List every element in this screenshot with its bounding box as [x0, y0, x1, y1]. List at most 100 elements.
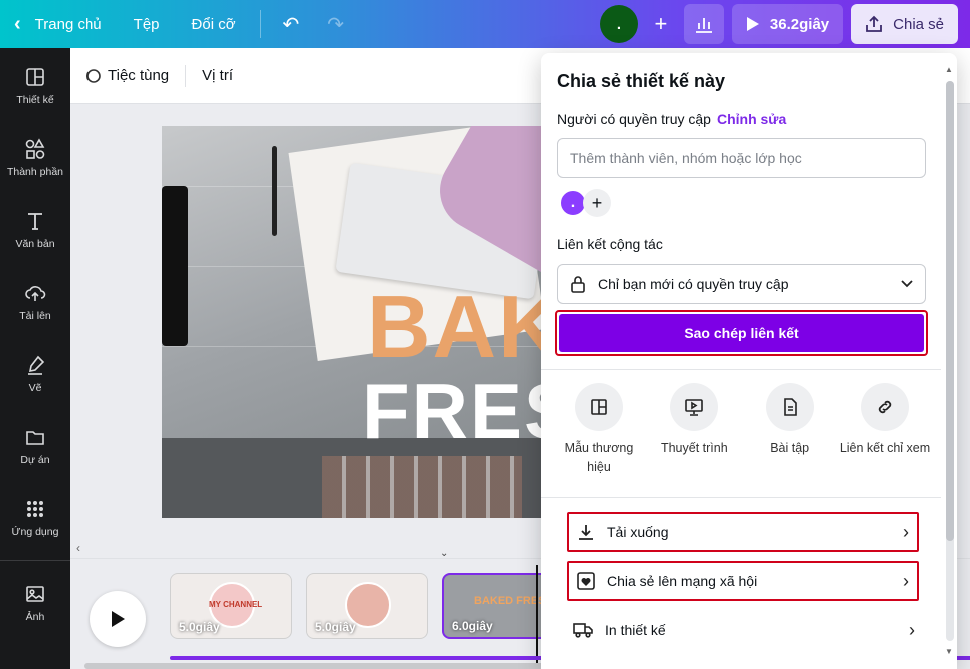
sidebar-item-projects[interactable]: Dự án [0, 410, 70, 482]
pen-photo [272, 146, 277, 236]
option-present[interactable]: Thuyết trình [648, 383, 740, 477]
share-options: Mẫu thương hiệu Thuyết trình Bài tập Liê… [553, 383, 931, 477]
playhead[interactable] [536, 565, 538, 665]
scroll-thumb[interactable] [946, 81, 954, 541]
sidebar-item-label: Ứng dụng [11, 526, 59, 538]
timeline-clip[interactable]: MY CHANNEL 5.0giây [170, 573, 292, 639]
invite-input[interactable] [557, 138, 926, 178]
chevron-left-icon: ‹ [14, 12, 21, 35]
file-menu[interactable]: Tệp [118, 0, 176, 48]
download-icon [579, 525, 593, 540]
divider [185, 64, 187, 87]
sidebar-item-label: Ảnh [25, 611, 45, 623]
access-label: Người có quyền truy cập [557, 111, 711, 127]
add-collaborator-icon[interactable]: + [646, 6, 676, 42]
lock-icon [571, 276, 585, 293]
sidebar-item-draw[interactable]: Vẽ [0, 338, 70, 410]
sidebar-item-design[interactable]: Thiết kế [0, 50, 70, 122]
link-icon [860, 383, 909, 431]
resize-button[interactable]: Đổi cỡ [176, 0, 252, 48]
clip-brand: MY CHANNEL [209, 600, 263, 609]
redo-icon[interactable]: ↷ [313, 12, 358, 37]
sidebar-item-label: Tải lên [19, 310, 51, 322]
chevron-down-icon [901, 280, 913, 288]
chevron-down-icon[interactable]: ⌄ [440, 548, 460, 559]
row-label: In thiết kế [605, 622, 666, 638]
sidebar-item-label: Văn bản [15, 238, 55, 250]
access-row: Người có quyền truy cập Chỉnh sửa [557, 111, 786, 127]
animation-icon [85, 68, 101, 83]
add-member-icon[interactable]: + [583, 189, 611, 217]
position-button[interactable]: Vị trí [202, 67, 249, 84]
heart-icon [577, 572, 595, 590]
option-brand-template[interactable]: Mẫu thương hiệu [553, 383, 645, 477]
print-row[interactable]: In thiết kế › [573, 610, 915, 650]
sidebar-item-label: Thành phần [6, 166, 64, 178]
user-avatar[interactable]: . [599, 5, 638, 43]
link-access-value: Chỉ bạn mới có quyền truy cập [598, 276, 789, 292]
sidebar-item-photos[interactable]: Ảnh [0, 567, 70, 639]
share-panel: Chia sẻ thiết kế này Người có quyền truy… [541, 53, 957, 669]
share-button[interactable]: Chia sẻ [851, 4, 958, 44]
present-icon [670, 383, 719, 431]
undo-icon[interactable]: ↶ [269, 12, 314, 37]
apps-icon [27, 501, 43, 517]
option-view-only-link[interactable]: Liên kết chỉ xem [839, 383, 931, 477]
option-assignment[interactable]: Bài tập [744, 383, 836, 477]
scroll-left-icon[interactable]: ‹ [76, 541, 80, 555]
scroll-down-icon[interactable]: ▼ [945, 647, 953, 656]
animate-label: Tiệc tùng [108, 67, 170, 84]
sidebar-item-elements[interactable]: Thành phần [0, 122, 70, 194]
sidebar-item-text[interactable]: Văn bản [0, 194, 70, 266]
upload-icon [25, 286, 46, 301]
text-icon [28, 213, 42, 230]
option-label: Bài tập [770, 441, 810, 455]
share-label: Chia sẻ [893, 15, 944, 33]
play-icon [746, 17, 759, 31]
chevron-right-icon: › [909, 619, 915, 640]
chevron-right-icon: › [903, 521, 909, 542]
play-duration: 36.2giây [769, 15, 830, 33]
sidebar-item-label: Vẽ [28, 382, 42, 394]
sidebar-item-label: Dự án [20, 454, 50, 466]
phone-photo [162, 186, 188, 346]
sidebar-item-apps[interactable]: Ứng dụng [0, 482, 70, 554]
panel-scrollbar[interactable]: ▲ ▼ [943, 61, 955, 661]
row-label: Chia sẻ lên mạng xã hội [607, 573, 758, 589]
swatch-strip [322, 456, 522, 518]
link-access-select[interactable]: Chỉ bạn mới có quyền truy cập [557, 264, 926, 304]
social-share-row[interactable]: Chia sẻ lên mạng xã hội › [567, 561, 919, 601]
upload-share-icon [866, 15, 883, 32]
divider [259, 10, 261, 38]
top-bar: ‹ Trang chủ Tệp Đổi cỡ ↶ ↷ . + 36.2giây … [0, 0, 970, 48]
collab-label: Liên kết cộng tác [557, 236, 663, 252]
copy-link-button[interactable]: Sao chép liên kết [559, 314, 924, 352]
template-icon [575, 383, 623, 431]
play-preview-button[interactable]: 36.2giây [731, 4, 844, 44]
download-row[interactable]: Tải xuống › [567, 512, 919, 552]
animate-button[interactable]: Tiệc tùng [84, 67, 185, 85]
row-label: Tải xuống [607, 524, 669, 540]
insights-icon[interactable] [683, 4, 724, 44]
timeline-play-button[interactable] [90, 591, 146, 647]
layout-icon [26, 68, 44, 86]
sidebar-item-uploads[interactable]: Tải lên [0, 266, 70, 338]
home-label: Trang chủ [34, 15, 102, 33]
option-label: Liên kết chỉ xem [839, 441, 931, 455]
folder-icon [26, 431, 44, 445]
home-button[interactable]: ‹ Trang chủ [0, 0, 118, 48]
timeline-clip[interactable]: 5.0giây [306, 573, 428, 639]
left-sidebar: Thiết kế Thành phần Văn bản Tải lên Vẽ D… [0, 48, 70, 669]
divider [541, 369, 941, 370]
truck-icon [573, 623, 593, 638]
share-panel-title: Chia sẻ thiết kế này [557, 71, 726, 91]
option-label: Mẫu thương hiệu [564, 441, 634, 474]
photo-icon [26, 586, 44, 602]
shapes-icon [25, 138, 45, 159]
copy-link-highlight: Sao chép liên kết [555, 310, 928, 356]
divider [0, 560, 70, 561]
design-page[interactable]: BAKE FRES [162, 126, 602, 518]
sidebar-item-label: Thiết kế [16, 94, 54, 106]
access-edit-link[interactable]: Chỉnh sửa [717, 111, 786, 127]
scroll-up-icon[interactable]: ▲ [945, 65, 953, 74]
